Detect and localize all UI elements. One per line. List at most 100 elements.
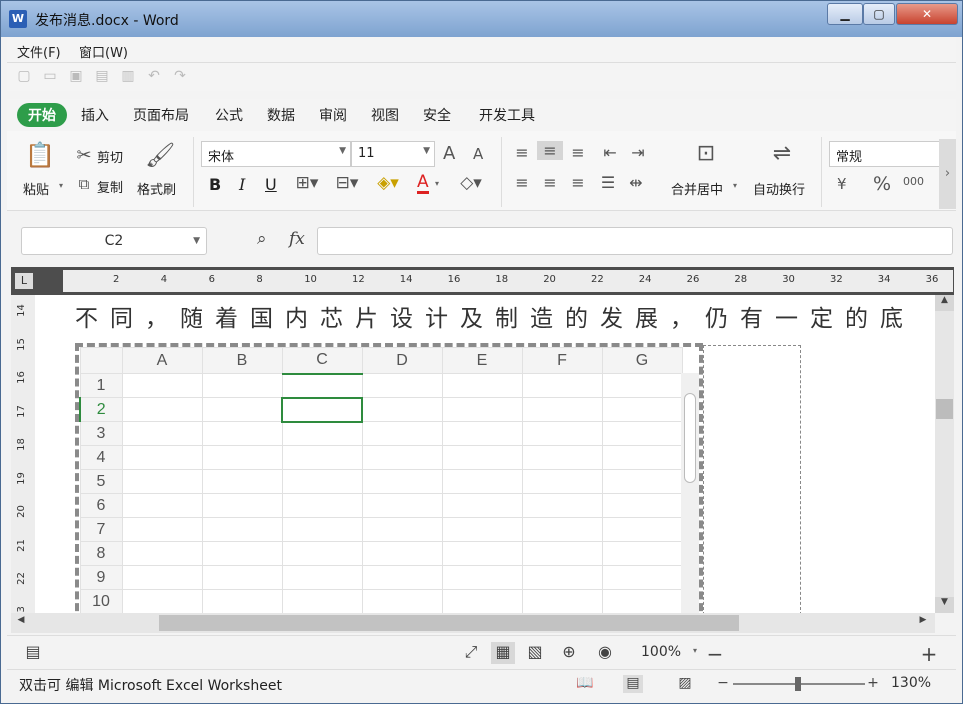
cell[interactable] — [441, 541, 523, 566]
cell[interactable] — [601, 517, 683, 542]
cell[interactable] — [601, 565, 683, 590]
shrink-font-button[interactable]: A — [473, 145, 483, 163]
paste-button[interactable]: 粘贴 — [23, 179, 49, 198]
cell[interactable] — [281, 469, 363, 494]
italic-button[interactable]: I — [239, 175, 245, 194]
column-header[interactable]: A — [121, 347, 203, 374]
cell[interactable] — [121, 445, 203, 470]
document-page[interactable]: 不同，随着国内芯片设计及制造的发展，仍有一定的底 ABCDEFG12345678… — [35, 295, 935, 613]
cell[interactable] — [361, 421, 443, 446]
cell[interactable] — [201, 397, 283, 422]
cell[interactable] — [361, 517, 443, 542]
minimize-button[interactable]: ▁ — [827, 3, 863, 25]
justify-icon[interactable]: ☰ — [597, 173, 619, 192]
underline-button[interactable]: U — [265, 175, 277, 194]
open-icon[interactable]: ▭ — [41, 68, 59, 86]
tab-data[interactable]: 数据 — [267, 105, 295, 125]
redo-icon[interactable]: ↷ — [171, 68, 189, 86]
tab-stop-selector[interactable]: L — [15, 273, 33, 289]
embedded-object-frame[interactable] — [703, 345, 801, 613]
row-header[interactable]: 10 — [79, 589, 123, 613]
cell[interactable] — [361, 589, 443, 613]
row-header[interactable]: 8 — [79, 541, 123, 566]
cell[interactable] — [201, 493, 283, 518]
tab-insert[interactable]: 插入 — [81, 105, 109, 125]
maximize-button[interactable]: ▢ — [863, 3, 895, 25]
borders-icon[interactable]: ⊞▾ — [293, 173, 321, 193]
cell[interactable] — [281, 565, 363, 590]
web-layout-icon[interactable]: ▨ — [675, 675, 695, 693]
cell[interactable] — [441, 589, 523, 613]
align-middle-icon[interactable]: ≡ — [537, 141, 563, 160]
cell[interactable] — [121, 397, 203, 422]
cell[interactable] — [441, 493, 523, 518]
cell[interactable] — [521, 397, 603, 422]
new-icon[interactable]: ▢ — [15, 68, 33, 86]
align-top-icon[interactable]: ≡ — [511, 143, 533, 162]
cell[interactable] — [201, 589, 283, 613]
align-center-icon[interactable]: ≡ — [539, 173, 561, 192]
menu-window[interactable]: 窗口(W) — [79, 42, 128, 61]
row-header[interactable]: 5 — [79, 469, 123, 494]
distributed-icon[interactable]: ⇹ — [625, 173, 647, 192]
print-icon[interactable]: ▥ — [119, 68, 137, 86]
row-header[interactable]: 9 — [79, 565, 123, 590]
normal-view-icon[interactable]: ▦ — [491, 642, 515, 664]
fx-button[interactable]: fx — [289, 229, 305, 249]
tab-developer[interactable]: 开发工具 — [479, 105, 535, 125]
cell[interactable] — [521, 469, 603, 494]
active-cell[interactable] — [281, 396, 363, 423]
search-icon[interactable]: ⌕ — [257, 229, 267, 249]
column-header[interactable]: B — [201, 347, 283, 374]
freeze-panes-icon[interactable]: ⊕ — [557, 642, 581, 664]
print-layout-icon[interactable]: ▤ — [623, 675, 643, 693]
cell[interactable] — [441, 517, 523, 542]
cell[interactable] — [281, 541, 363, 566]
cell[interactable] — [121, 373, 203, 398]
row-header[interactable]: 7 — [79, 517, 123, 542]
thousands-button[interactable]: 000 — [903, 175, 924, 188]
print-preview-icon[interactable]: ▤ — [93, 68, 111, 86]
scroll-thumb[interactable] — [936, 399, 953, 419]
chevron-down-icon[interactable]: ▾ — [733, 181, 737, 190]
wrap-text-button[interactable]: 自动换行 — [753, 179, 805, 198]
row-header[interactable]: 1 — [79, 373, 123, 398]
align-left-icon[interactable]: ≡ — [511, 173, 533, 192]
cell[interactable] — [121, 493, 203, 518]
scroll-right-icon[interactable]: ▶ — [915, 615, 931, 631]
chevron-down-icon[interactable]: ▾ — [693, 646, 697, 655]
cell[interactable] — [521, 541, 603, 566]
select-all-corner[interactable] — [79, 347, 123, 374]
fill-color-icon[interactable]: ◈▾ — [373, 173, 403, 193]
zoom-in-button[interactable]: + — [917, 642, 941, 666]
fullscreen-icon[interactable]: ⤢ — [459, 642, 483, 664]
vertical-scrollbar[interactable]: ▲ ▼ — [935, 295, 954, 613]
align-right-icon[interactable]: ≡ — [567, 173, 589, 192]
row-header[interactable]: 4 — [79, 445, 123, 470]
menu-file[interactable]: 文件(F) — [17, 42, 61, 61]
cell[interactable] — [601, 445, 683, 470]
number-format-select[interactable]: 常规 — [829, 141, 941, 167]
status-zoom-in-button[interactable]: + — [863, 675, 883, 693]
cell[interactable] — [201, 469, 283, 494]
tab-formulas[interactable]: 公式 — [215, 105, 243, 125]
decrease-indent-icon[interactable]: ⇤ — [599, 143, 621, 162]
tab-security[interactable]: 安全 — [423, 105, 451, 125]
increase-indent-icon[interactable]: ⇥ — [627, 143, 649, 162]
cell[interactable] — [201, 541, 283, 566]
save-icon[interactable]: ▣ — [67, 68, 85, 86]
zoom-slider[interactable] — [733, 677, 865, 691]
tab-page-layout[interactable]: 页面布局 — [133, 105, 189, 125]
column-header[interactable]: C — [281, 347, 363, 375]
worksheet-scrollbar[interactable] — [681, 373, 699, 613]
horizontal-scrollbar[interactable]: ◀ ▶ — [11, 613, 935, 633]
cell[interactable] — [361, 469, 443, 494]
spreadsheet-grid[interactable]: A B C D E F G 1 2 3 4 5 6 7 8 9 10 — [79, 347, 683, 613]
cell[interactable] — [361, 565, 443, 590]
cell-style-icon[interactable]: ⊟▾ — [331, 173, 363, 193]
cell[interactable] — [281, 445, 363, 470]
merge-center-button[interactable]: 合并居中 — [671, 179, 723, 198]
scroll-down-icon[interactable]: ▼ — [935, 597, 954, 613]
font-name-select[interactable]: 宋体 ▼ — [201, 141, 351, 167]
zoom-out-button[interactable]: − — [703, 642, 727, 666]
